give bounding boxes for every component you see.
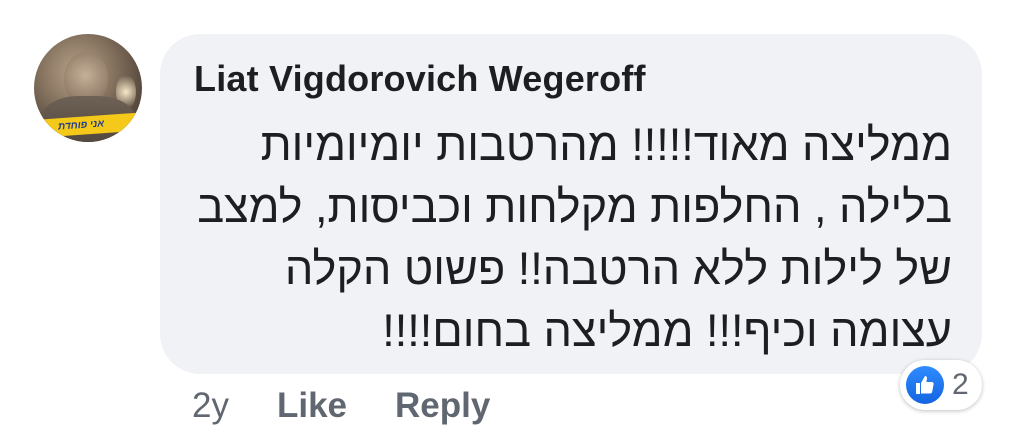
comment-line: עצומה וכיף!!! ממליצה בחום!!!! [382, 305, 952, 356]
comment-container: אני פוחדת Liat Vigdorovich Wegeroff ממלי… [0, 0, 1024, 446]
comment-line: של לילות ללא הרטבה!! פשוט הקלה [284, 243, 952, 294]
comment-author[interactable]: Liat Vigdorovich Wegeroff [194, 58, 646, 100]
avatar[interactable]: אני פוחדת [34, 34, 142, 142]
reactions-badge[interactable]: 2 [900, 360, 982, 410]
comment-text: ממליצה מאוד!!!!! מהרטבות יומיומיות בלילה… [192, 114, 952, 362]
reply-button[interactable]: Reply [395, 386, 490, 426]
comment-age[interactable]: 2y [192, 386, 229, 426]
thumbs-up-icon [906, 366, 944, 404]
comment-actions: 2y Like Reply [192, 384, 538, 428]
comment-line: בלילה , החלפות מקלחות וכביסות, למצב [197, 181, 952, 232]
comment-line: ממליצה מאוד!!!!! מהרטבות יומיומיות [260, 119, 952, 170]
reaction-count: 2 [952, 368, 969, 401]
like-button[interactable]: Like [277, 386, 347, 426]
